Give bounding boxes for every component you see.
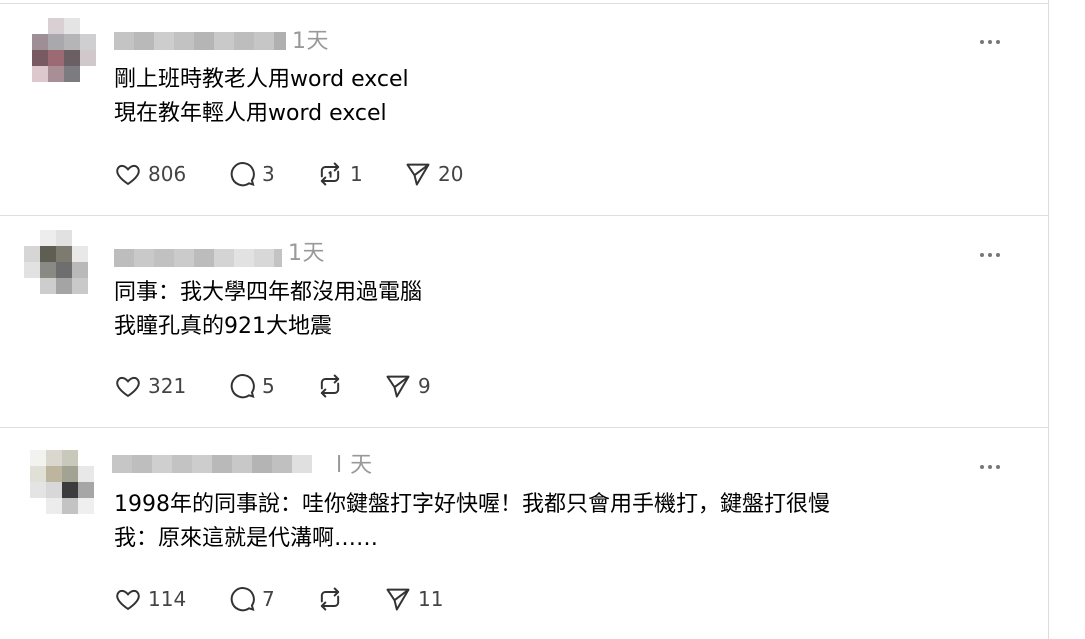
repost-icon [320, 374, 340, 398]
comment-count: 3 [262, 162, 275, 186]
repost-icon [320, 162, 340, 186]
repost-button[interactable]: 1 [316, 159, 363, 189]
send-icon [406, 163, 430, 186]
share-button[interactable]: 9 [384, 371, 431, 401]
more-horizontal-icon [980, 40, 984, 44]
more-dot [996, 40, 1000, 44]
share-button[interactable]: 20 [404, 159, 463, 189]
like-count: 806 [148, 162, 187, 186]
post-text-line: 同事：我大學四年都沒用過電腦 [114, 280, 423, 305]
post-timestamp: 1天 [288, 241, 325, 266]
post-text-line: 剛上班時教老人用word excel [114, 67, 409, 92]
more-dot [988, 40, 992, 44]
username-blurred[interactable] [112, 455, 312, 473]
more-horizontal-icon [980, 253, 984, 257]
more-horizontal-icon [980, 465, 984, 469]
comment-count: 7 [262, 587, 275, 611]
like-button[interactable]: 114 [114, 584, 186, 614]
like-count: 321 [148, 374, 187, 398]
like-button[interactable]: 806 [114, 159, 186, 189]
like-button[interactable]: 321 [114, 371, 186, 401]
comment-button[interactable]: 7 [228, 584, 275, 614]
more-options-button[interactable] [980, 37, 1004, 47]
comment-bubble-icon [230, 162, 255, 187]
post[interactable]: 1天 同事：我大學四年都沒用過電腦 我瞳孔真的921大地震 321 5 9 [0, 216, 1048, 428]
repost-button[interactable] [316, 584, 350, 614]
comment-bubble-icon [230, 374, 255, 399]
post[interactable]: l 天 1998年的同事說：哇你鍵盤打字好快喔！我都只會用手機打，鍵盤打很慢 我… [0, 428, 1048, 639]
more-dot [988, 465, 992, 469]
comment-button[interactable]: 3 [228, 159, 275, 189]
repost-count: 1 [350, 162, 363, 186]
repost-button[interactable] [316, 371, 350, 401]
username-blurred[interactable] [114, 32, 286, 50]
send-icon [386, 375, 410, 398]
post[interactable]: 1天 剛上班時教老人用word excel 現在教年輕人用word excel … [0, 4, 1048, 216]
avatar[interactable] [24, 230, 88, 294]
heart-icon [116, 589, 140, 611]
avatar[interactable] [32, 18, 96, 82]
repost-icon [320, 587, 340, 611]
post-text-line: 我：原來這就是代溝啊…… [114, 526, 379, 551]
like-count: 114 [148, 587, 187, 611]
right-gutter [1049, 0, 1085, 639]
share-button[interactable]: 11 [384, 584, 443, 614]
more-options-button[interactable] [980, 462, 1004, 472]
post-content: 1998年的同事說：哇你鍵盤打字好快喔！我都只會用手機打，鍵盤打很慢 我：原來這… [114, 488, 830, 556]
post-timestamp: l 天 [336, 453, 373, 478]
comment-count: 5 [262, 374, 275, 398]
more-dot [996, 465, 1000, 469]
post-timestamp: 1天 [292, 29, 329, 54]
post-text-line: 1998年的同事說：哇你鍵盤打字好快喔！我都只會用手機打，鍵盤打很慢 [114, 492, 830, 517]
share-count: 11 [418, 587, 444, 611]
more-dot [988, 253, 992, 257]
post-text-line: 現在教年輕人用word excel [114, 101, 387, 126]
share-count: 9 [418, 374, 431, 398]
heart-icon [116, 164, 140, 186]
share-count: 20 [438, 162, 464, 186]
more-options-button[interactable] [980, 250, 1004, 260]
heart-icon [116, 376, 140, 398]
send-icon [386, 588, 410, 611]
threads-feed: 1天 剛上班時教老人用word excel 現在教年輕人用word excel … [0, 0, 1049, 639]
comment-button[interactable]: 5 [228, 371, 275, 401]
comment-bubble-icon [230, 587, 255, 612]
more-dot [996, 253, 1000, 257]
username-blurred[interactable] [114, 249, 282, 267]
avatar[interactable] [30, 450, 94, 514]
post-text-line: 我瞳孔真的921大地震 [114, 314, 332, 339]
post-content: 剛上班時教老人用word excel 現在教年輕人用word excel [114, 63, 409, 131]
post-content: 同事：我大學四年都沒用過電腦 我瞳孔真的921大地震 [114, 276, 422, 344]
